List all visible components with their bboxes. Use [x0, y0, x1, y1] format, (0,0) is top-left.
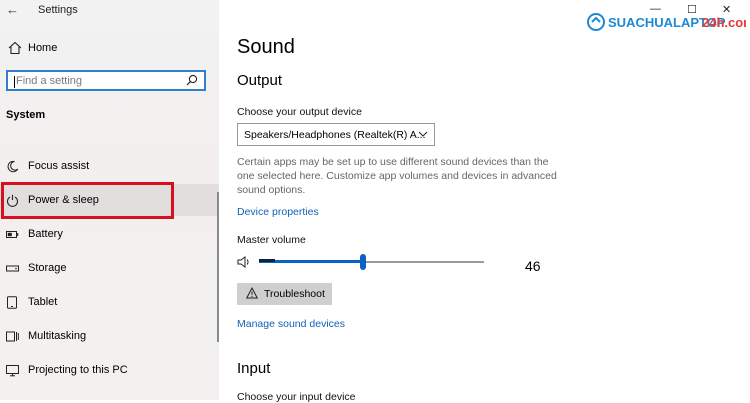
troubleshoot-label: Troubleshoot: [264, 288, 325, 300]
volume-slider-thumb[interactable]: [359, 254, 366, 270]
chevron-down-icon: [418, 131, 428, 137]
search-input[interactable]: Find a setting: [6, 70, 206, 91]
sidebar-item-tablet[interactable]: Tablet: [0, 286, 219, 318]
volume-peak-meter: [259, 259, 275, 262]
watermark-logo: SUACHUALAPTOP 24h.com: [587, 13, 746, 31]
sidebar-item-projecting[interactable]: Projecting to this PC: [0, 354, 219, 386]
output-device-value: Speakers/Headphones (Realtek(R) A...: [244, 129, 426, 141]
search-placeholder: Find a setting: [13, 75, 83, 88]
device-properties-link[interactable]: Device properties: [237, 206, 319, 218]
tablet-icon: [7, 296, 17, 309]
battery-icon: [6, 231, 19, 238]
multitasking-icon: [6, 331, 19, 342]
output-description: Certain apps may be set up to use differ…: [237, 156, 557, 196]
master-volume-label: Master volume: [237, 234, 306, 246]
moon-icon: [7, 160, 19, 173]
watermark-text-accent: 24h.com: [702, 15, 746, 30]
sidebar-item-label: Tablet: [28, 296, 58, 308]
sidebar-item-storage[interactable]: Storage: [0, 252, 219, 284]
input-device-label: Choose your input device: [237, 391, 356, 403]
output-heading: Output: [237, 72, 283, 89]
storage-icon: [6, 265, 19, 272]
warning-icon: [246, 287, 258, 299]
speaker-icon[interactable]: [237, 255, 251, 269]
page-title: Sound: [237, 36, 295, 58]
nav-home[interactable]: Home: [0, 36, 219, 62]
sidebar-item-label: Projecting to this PC: [28, 364, 128, 376]
sidebar-item-focus-assist[interactable]: Focus assist: [0, 150, 219, 182]
troubleshoot-button[interactable]: Troubleshoot: [237, 283, 332, 305]
highlight-annotation: [1, 182, 174, 219]
nav-home-label: Home: [28, 42, 58, 54]
output-device-label: Choose your output device: [237, 106, 362, 118]
output-device-select[interactable]: Speakers/Headphones (Realtek(R) A...: [237, 123, 435, 146]
projecting-icon: [6, 365, 19, 377]
section-title: System: [6, 109, 46, 121]
sidebar-item-label: Multitasking: [28, 330, 87, 342]
manage-sound-devices-link[interactable]: Manage sound devices: [237, 318, 345, 330]
sidebar-item-multitasking[interactable]: Multitasking: [0, 320, 219, 352]
sidebar-item-label: Storage: [28, 262, 67, 274]
search-icon[interactable]: [186, 74, 198, 86]
volume-value: 46: [525, 258, 541, 274]
sidebar-item-battery[interactable]: Battery: [0, 218, 219, 250]
back-arrow-icon[interactable]: ←: [6, 2, 19, 17]
input-heading: Input: [237, 360, 271, 377]
sidebar-item-label: Battery: [28, 228, 63, 240]
home-icon: [8, 41, 22, 55]
app-title: Settings: [38, 4, 78, 16]
sidebar-item-label: Focus assist: [28, 160, 90, 172]
content-pane: — ☐ ✕ SUACHUALAPTOP 24h.com Sound Output…: [219, 0, 750, 403]
sidebar: ← Settings Home Find a setting System Fo…: [0, 0, 219, 400]
